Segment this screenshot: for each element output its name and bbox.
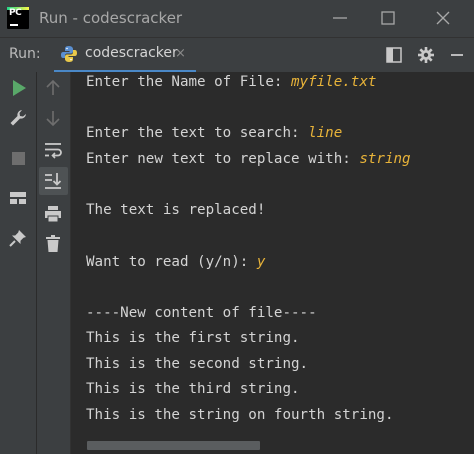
soft-wrap-icon[interactable] xyxy=(43,140,63,160)
user-input: myfile.txt xyxy=(291,74,377,90)
run-toolbar: Run: codescracker × xyxy=(0,38,474,73)
gear-icon[interactable] xyxy=(417,46,435,64)
left-toolstrip xyxy=(0,72,37,454)
run-icon[interactable] xyxy=(9,78,29,98)
user-input: string xyxy=(359,151,411,167)
tab-close-icon[interactable]: × xyxy=(175,46,186,61)
run-label: Run: xyxy=(9,46,41,62)
print-icon[interactable] xyxy=(43,204,63,224)
layout-grid-icon[interactable] xyxy=(8,188,28,208)
title-bar: PC Run - codescracker xyxy=(0,0,474,38)
console-line: Enter the Name of File: myfile.txt xyxy=(86,74,377,90)
python-icon xyxy=(61,46,77,62)
console-line: This is the third string. xyxy=(86,381,300,397)
console-line: Enter the text to search: line xyxy=(86,125,343,141)
console-line: Enter new text to replace with: string xyxy=(86,151,411,167)
stop-icon[interactable] xyxy=(9,149,29,169)
console-line: ----New content of file---- xyxy=(86,305,317,321)
user-input: y xyxy=(256,254,266,270)
arrow-down-icon[interactable] xyxy=(43,108,63,128)
console-line: This is the first string. xyxy=(86,330,300,346)
console-line: This is the string on fourth string. xyxy=(86,407,394,423)
horizontal-scrollbar[interactable] xyxy=(87,441,260,450)
tab-codescracker[interactable]: codescracker × xyxy=(54,38,196,73)
user-input: line xyxy=(308,125,343,141)
console-output[interactable]: Enter the Name of File: myfile.txt Enter… xyxy=(71,72,474,454)
pin-icon[interactable] xyxy=(8,228,28,248)
close-icon[interactable] xyxy=(433,8,453,28)
scroll-to-end-icon xyxy=(45,173,62,189)
pycharm-logo-icon: PC xyxy=(7,7,29,29)
arrow-up-icon[interactable] xyxy=(43,78,63,98)
layout-icon[interactable] xyxy=(385,46,403,64)
console-line: This is the second string. xyxy=(86,356,309,372)
console-line: Want to read (y/n): y xyxy=(86,254,266,270)
window-title: Run - codescracker xyxy=(39,9,183,27)
tab-label: codescracker xyxy=(85,45,178,61)
console-line: The text is replaced! xyxy=(86,202,266,218)
minus-icon[interactable] xyxy=(448,46,466,64)
wrench-icon[interactable] xyxy=(8,108,28,128)
console-toolstrip xyxy=(37,72,71,454)
scroll-to-end-toggle[interactable] xyxy=(39,167,68,195)
trash-icon[interactable] xyxy=(43,234,63,254)
minimize-icon[interactable] xyxy=(330,8,350,28)
maximize-icon[interactable] xyxy=(378,8,398,28)
